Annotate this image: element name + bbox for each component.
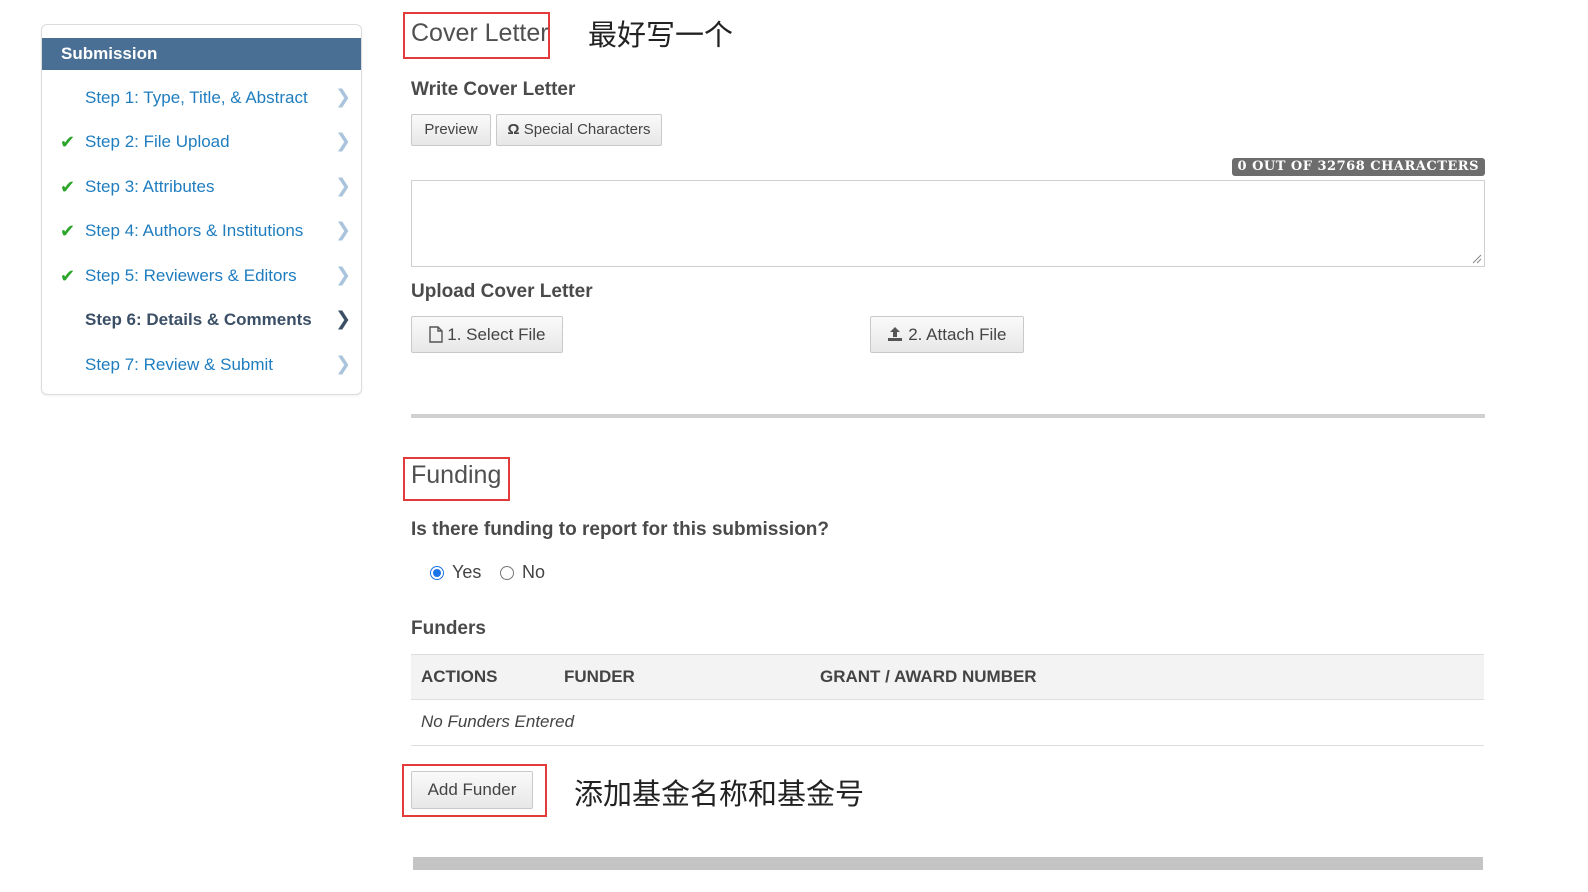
upload-cover-letter-label: Upload Cover Letter bbox=[411, 281, 593, 302]
section-divider bbox=[411, 414, 1485, 418]
sidebar-step-2[interactable]: ✔ Step 2: File Upload ❯ bbox=[42, 122, 361, 162]
empty-funders-text: No Funders Entered bbox=[421, 712, 575, 731]
chevron-right-icon: ❯ bbox=[335, 220, 351, 241]
funding-title: Funding bbox=[411, 461, 502, 489]
sidebar-title: Submission bbox=[42, 38, 361, 70]
funders-table-empty-row: No Funders Entered bbox=[411, 700, 1484, 746]
funding-yes-label: Yes bbox=[452, 562, 482, 582]
omega-icon: Ω bbox=[507, 121, 520, 138]
bottom-divider bbox=[413, 857, 1483, 870]
add-funder-button[interactable]: Add Funder bbox=[411, 771, 533, 809]
select-file-button[interactable]: 1. Select File bbox=[411, 316, 563, 353]
column-header-funder: FUNDER bbox=[564, 667, 635, 686]
column-header-actions: ACTIONS bbox=[421, 667, 498, 686]
select-file-label: 1. Select File bbox=[447, 325, 546, 344]
sidebar-step-6[interactable]: Step 6: Details & Comments ❯ bbox=[42, 300, 361, 340]
attach-file-label: 2. Attach File bbox=[908, 325, 1007, 344]
cover-letter-annotation: 最好写一个 bbox=[588, 18, 734, 52]
special-characters-label: Special Characters bbox=[523, 121, 651, 138]
checkmark-icon: ✔ bbox=[60, 266, 76, 286]
chevron-right-icon: ❯ bbox=[335, 87, 351, 108]
checkmark-icon: ✔ bbox=[60, 177, 76, 197]
cover-letter-textarea[interactable] bbox=[411, 180, 1485, 267]
chevron-right-icon: ❯ bbox=[335, 265, 351, 286]
sidebar-step-5[interactable]: ✔ Step 5: Reviewers & Editors ❯ bbox=[42, 256, 361, 296]
write-cover-letter-label: Write Cover Letter bbox=[411, 79, 576, 100]
attach-file-button[interactable]: 2. Attach File bbox=[870, 316, 1024, 353]
funding-question: Is there funding to report for this subm… bbox=[411, 519, 830, 540]
step-label: Step 2: File Upload bbox=[85, 132, 230, 151]
sidebar-step-4[interactable]: ✔ Step 4: Authors & Institutions ❯ bbox=[42, 211, 361, 251]
funding-yes-radio[interactable]: Yes bbox=[430, 562, 481, 583]
cover-letter-title: Cover Letter bbox=[411, 19, 549, 47]
preview-button-label: Preview bbox=[424, 121, 478, 138]
chevron-right-icon: ❯ bbox=[335, 131, 351, 152]
special-characters-button[interactable]: Ω Special Characters bbox=[496, 114, 662, 146]
add-funder-annotation: 添加基金名称和基金号 bbox=[574, 777, 865, 811]
resize-grip-icon[interactable] bbox=[1470, 252, 1482, 264]
step-label: Step 1: Type, Title, & Abstract bbox=[85, 88, 308, 107]
checkmark-icon: ✔ bbox=[60, 221, 76, 241]
radio-checked-icon[interactable] bbox=[430, 565, 444, 580]
funding-no-label: No bbox=[522, 562, 546, 582]
step-label: Step 5: Reviewers & Editors bbox=[85, 266, 297, 285]
step-label: Step 3: Attributes bbox=[85, 177, 215, 196]
chevron-right-icon: ❯ bbox=[335, 309, 351, 330]
character-count-badge: 0 OUT OF 32768 CHARACTERS bbox=[1231, 158, 1485, 176]
sidebar-step-3[interactable]: ✔ Step 3: Attributes ❯ bbox=[42, 167, 361, 207]
preview-button[interactable]: Preview bbox=[411, 114, 491, 146]
funding-no-radio[interactable]: No bbox=[500, 562, 545, 583]
upload-icon bbox=[888, 327, 903, 341]
funders-table-header: ACTIONS FUNDER GRANT / AWARD NUMBER bbox=[411, 654, 1484, 700]
radio-unchecked-icon[interactable] bbox=[500, 565, 514, 580]
funders-label: Funders bbox=[411, 618, 486, 639]
sidebar-step-7[interactable]: Step 7: Review & Submit ❯ bbox=[42, 345, 361, 385]
chevron-right-icon: ❯ bbox=[335, 176, 351, 197]
sidebar-step-1[interactable]: Step 1: Type, Title, & Abstract ❯ bbox=[42, 78, 361, 118]
submission-sidebar: Submission Step 1: Type, Title, & Abstra… bbox=[41, 24, 362, 395]
file-icon bbox=[428, 326, 443, 343]
step-label: Step 4: Authors & Institutions bbox=[85, 221, 304, 240]
step-label: Step 7: Review & Submit bbox=[85, 355, 274, 374]
chevron-right-icon: ❯ bbox=[335, 354, 351, 375]
step-label: Step 6: Details & Comments bbox=[85, 310, 312, 329]
column-header-grant-number: GRANT / AWARD NUMBER bbox=[820, 667, 1037, 686]
checkmark-icon: ✔ bbox=[60, 132, 76, 152]
add-funder-label: Add Funder bbox=[427, 780, 517, 799]
